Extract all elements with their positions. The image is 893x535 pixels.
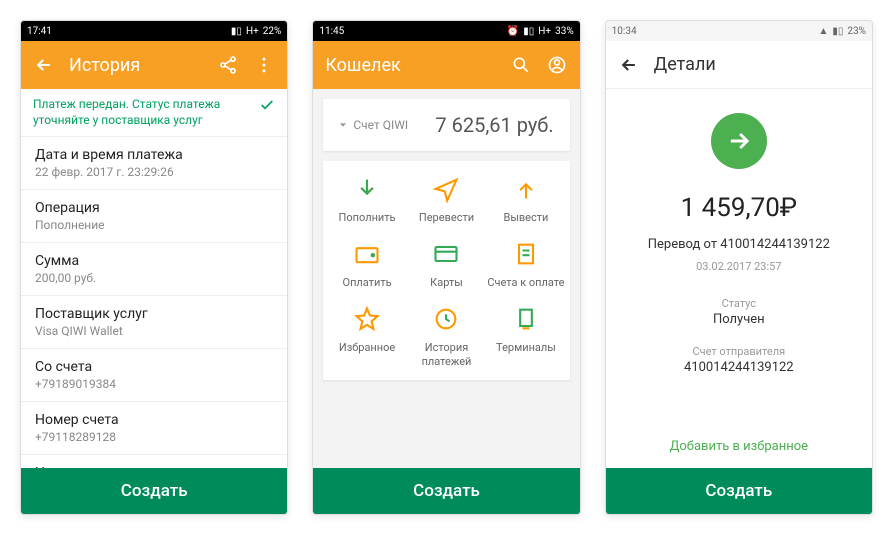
share-icon[interactable]: [217, 54, 239, 76]
status-notice: Платеж передан. Статус платежа уточняйте…: [21, 89, 287, 137]
star-icon: [351, 303, 383, 335]
account-selector[interactable]: Счет QIWI: [339, 118, 408, 132]
clock-icon: [430, 303, 462, 335]
status-signal-icon: ▮▯: [231, 26, 242, 37]
alarm-icon: ⏰: [507, 26, 519, 37]
sender-label: Счет отправителя: [693, 345, 786, 358]
create-button[interactable]: Создать: [21, 468, 287, 514]
action-withdraw[interactable]: Вывести: [486, 173, 565, 224]
wallet-icon: [351, 238, 383, 270]
page-title: Кошелек: [325, 55, 495, 76]
status-battery: 23%: [847, 26, 866, 37]
status-value: Получен: [713, 312, 765, 327]
arrow-up-icon: [510, 173, 542, 205]
from-line: Перевод от 410014244139122: [648, 237, 830, 252]
status-bar: 11:45 ⏰ ▮▯ H+ 33%: [313, 21, 579, 41]
status-time: 11:45: [319, 26, 344, 37]
page-title: История: [69, 55, 203, 76]
list-item: Сумма200,00 руб.: [21, 243, 287, 296]
page-title: Детали: [654, 54, 860, 75]
screen-history: 17:41 ▮▯ H+ 22% История Платеж передан. …: [20, 20, 288, 515]
balance-card[interactable]: Счет QIWI 7 625,61 руб.: [323, 99, 569, 151]
header: История: [21, 41, 287, 89]
status-battery: 22%: [263, 26, 282, 37]
back-icon[interactable]: [618, 54, 640, 76]
receipt-icon: [510, 238, 542, 270]
date: 03.02.2017 23:57: [696, 260, 781, 273]
profile-icon[interactable]: [546, 54, 568, 76]
create-button[interactable]: Создать: [606, 468, 872, 514]
back-icon[interactable]: [33, 54, 55, 76]
wallet-body: Счет QIWI 7 625,61 руб. Пополнить Переве…: [313, 89, 579, 468]
action-cards[interactable]: Карты: [407, 238, 486, 289]
details-body: 1 459,70₽ Перевод от 410014244139122 03.…: [606, 89, 872, 468]
details-list: Дата и время платежа22 февр. 2017 г. 23:…: [21, 137, 287, 468]
status-bar: 10:34 ▲ ▮▯ 23%: [606, 21, 872, 41]
screen-wallet: 11:45 ⏰ ▮▯ H+ 33% Кошелек Счет QIWI 7 62…: [312, 20, 580, 515]
list-item: Дата и время платежа22 февр. 2017 г. 23:…: [21, 137, 287, 190]
search-icon[interactable]: [510, 54, 532, 76]
balance-amount: 7 625,61 руб.: [435, 113, 553, 137]
header: Детали: [606, 41, 872, 89]
list-item: Номер транзакции1487780352663: [21, 455, 287, 468]
chevron-down-icon: [339, 121, 347, 129]
action-pay[interactable]: Оплатить: [327, 238, 406, 289]
action-topup[interactable]: Пополнить: [327, 173, 406, 224]
create-button[interactable]: Создать: [313, 468, 579, 514]
list-item: ОперацияПополнение: [21, 190, 287, 243]
action-history[interactable]: История платежей: [407, 303, 486, 367]
arrow-down-icon: [351, 173, 383, 205]
action-terminals[interactable]: Терминалы: [486, 303, 565, 367]
status-net: H+: [246, 26, 259, 37]
actions-grid: Пополнить Перевести Вывести Оплатить Кар…: [323, 161, 569, 380]
terminal-icon: [510, 303, 542, 335]
list-item: Номер счета+79118289128: [21, 402, 287, 455]
list-item: Со счета+79189019384: [21, 349, 287, 402]
screen-details: 10:34 ▲ ▮▯ 23% Детали 1 459,70₽ Перевод …: [605, 20, 873, 515]
action-transfer[interactable]: Перевести: [407, 173, 486, 224]
check-icon: [259, 97, 275, 113]
action-favorites[interactable]: Избранное: [327, 303, 406, 367]
card-icon: [430, 238, 462, 270]
list-item: Поставщик услугVisa QIWI Wallet: [21, 296, 287, 349]
status-circle-icon: [711, 113, 767, 169]
more-icon[interactable]: [253, 54, 275, 76]
amount: 1 459,70₽: [681, 193, 798, 223]
notice-text: Платеж передан. Статус платежа уточняйте…: [33, 97, 251, 128]
send-icon: [430, 173, 462, 205]
action-bills[interactable]: Счета к оплате: [486, 238, 565, 289]
status-label: Статус: [722, 297, 757, 310]
status-net: H+: [538, 26, 551, 37]
status-signal-icon: ▮▯: [523, 26, 534, 37]
status-time: 17:41: [27, 26, 52, 37]
header: Кошелек: [313, 41, 579, 89]
status-time: 10:34: [612, 26, 637, 37]
sender-value: 410014244139122: [684, 360, 794, 375]
status-battery: 33%: [555, 26, 574, 37]
status-signal-icon: ▮▯: [832, 26, 843, 37]
wifi-icon: ▲: [818, 26, 828, 37]
status-bar: 17:41 ▮▯ H+ 22%: [21, 21, 287, 41]
add-favorite-link[interactable]: Добавить в избранное: [656, 425, 822, 468]
